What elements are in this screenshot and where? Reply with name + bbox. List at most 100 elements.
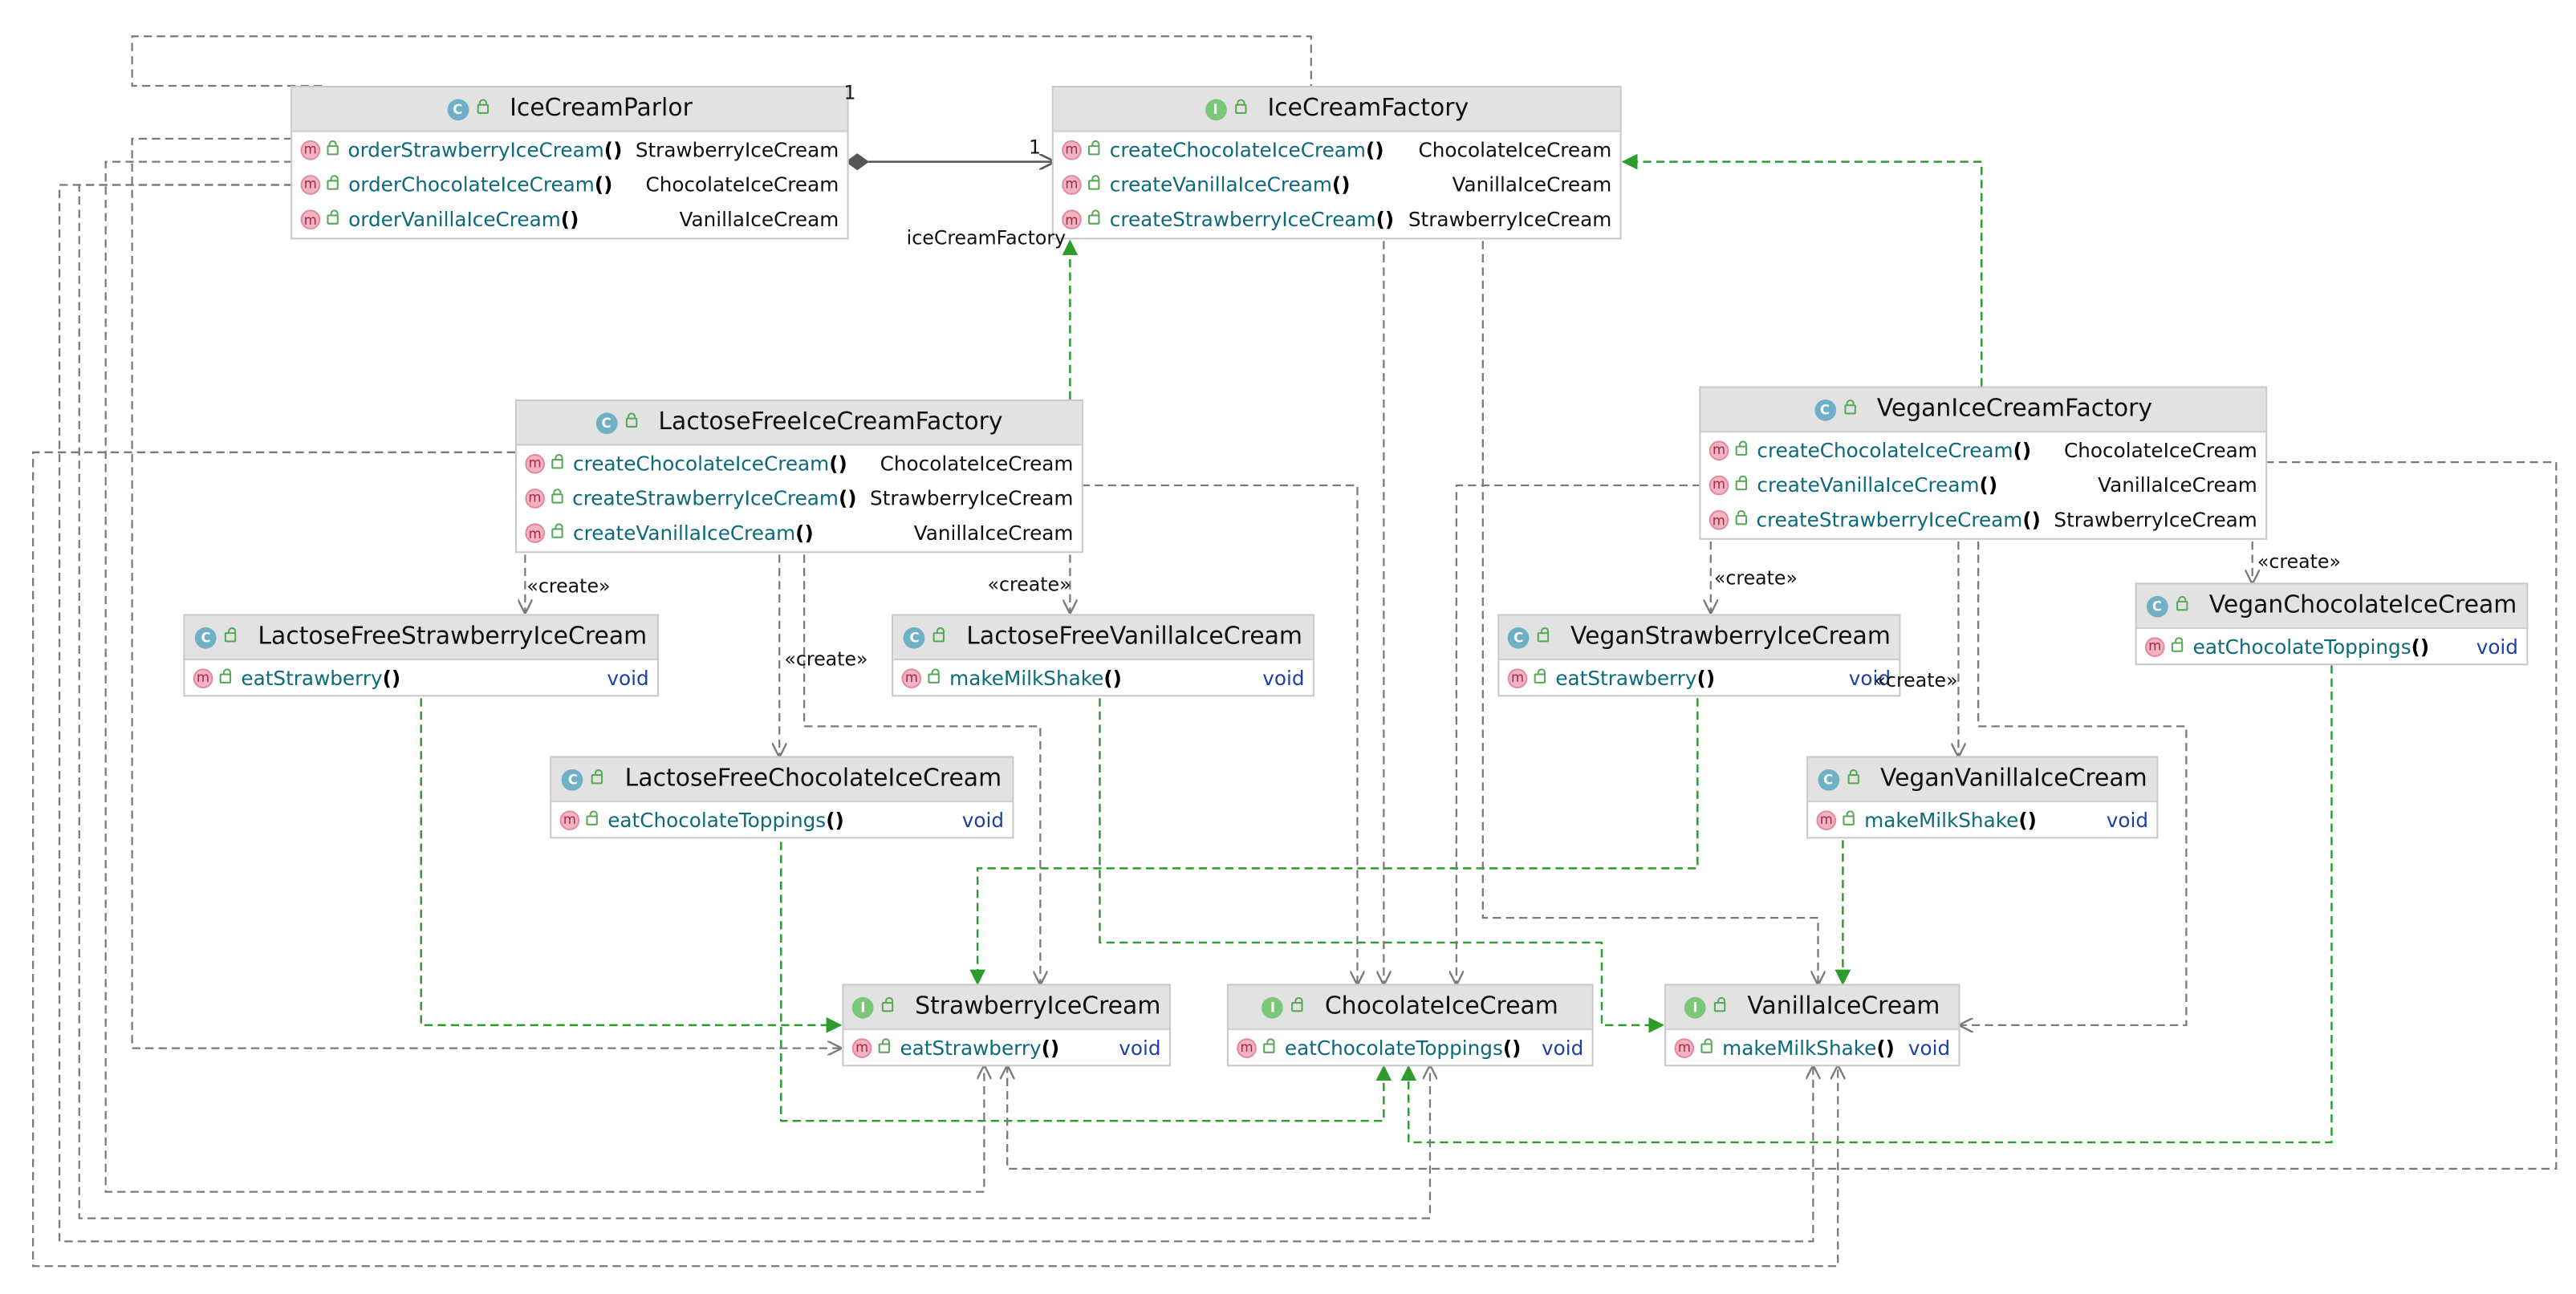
method-row[interactable]: m makeMilkShake() void xyxy=(1666,1030,1958,1065)
class-badge-icon: C xyxy=(1817,768,1839,790)
method-return-type: ChocolateIceCream xyxy=(880,452,1074,475)
create-label-vegan-vanilla: «create» xyxy=(1874,668,1958,692)
method-return-type: void xyxy=(1119,1036,1161,1060)
public-lock-icon xyxy=(1700,1037,1713,1053)
public-lock-icon xyxy=(1735,510,1747,525)
interface-icecreamfactory[interactable]: I IceCreamFactory m createChocolateIceCream… xyxy=(1051,86,1622,240)
class-name: VeganVanillaIceCream xyxy=(1879,765,2147,793)
method-row[interactable]: m createVanillaIceCream() VanillaIceCream xyxy=(517,516,1082,551)
realization-lf-chocolate xyxy=(780,842,1392,1122)
class-veganstrawberryicecream[interactable]: C VeganStrawberryIceCream m eatStrawberry()… xyxy=(1497,614,1901,697)
method-icon: m xyxy=(1674,1037,1695,1058)
public-lock-icon xyxy=(1847,769,1859,785)
interface-strawberryicecream[interactable]: I StrawberryIceCream m eatStrawberry() void xyxy=(842,984,1171,1067)
public-lock-icon xyxy=(551,488,563,504)
method-return-type: StrawberryIceCream xyxy=(2054,509,2257,533)
method-name: createChocolateIceCream() xyxy=(573,452,847,475)
method-icon: m xyxy=(1062,174,1082,195)
method-row[interactable]: m createVanillaIceCream() VanillaIceCream xyxy=(1700,468,2265,503)
method-row[interactable]: m eatChocolateToppings() void xyxy=(2137,629,2527,664)
public-lock-icon xyxy=(551,523,563,539)
interface-badge-icon: I xyxy=(1262,996,1284,1018)
public-lock-icon xyxy=(1735,440,1748,456)
method-row[interactable]: m createChocolateIceCream() ChocolateIceCr… xyxy=(1700,432,2265,468)
class-header[interactable]: C LactoseFreeStrawberryIceCream xyxy=(185,615,657,661)
class-header[interactable]: I StrawberryIceCream xyxy=(843,985,1169,1031)
method-row[interactable]: m makeMilkShake() void xyxy=(1808,802,2156,838)
class-icecreamparlor[interactable]: C IceCreamParlor m orderStrawberryIceCream(… xyxy=(291,86,849,240)
method-name: createVanillaIceCream() xyxy=(1757,473,1998,497)
method-name: createChocolateIceCream() xyxy=(1109,138,1384,161)
public-lock-icon xyxy=(219,667,232,684)
method-row[interactable]: m createStrawberryIceCream() StrawberryIce… xyxy=(517,481,1082,516)
class-badge-icon: C xyxy=(2146,594,2168,617)
class-header[interactable]: C VeganChocolateIceCream xyxy=(2136,584,2527,629)
method-return-type: void xyxy=(2476,635,2518,659)
method-row[interactable]: m orderChocolateIceCream() ChocolateIceCre… xyxy=(292,167,847,202)
method-row[interactable]: m createChocolateIceCream() ChocolateIceCr… xyxy=(517,446,1082,481)
public-lock-icon xyxy=(625,412,637,428)
method-name: createVanillaIceCream() xyxy=(1109,172,1351,197)
method-row[interactable]: m createChocolateIceCream() ChocolateIceCr… xyxy=(1054,132,1620,168)
method-icon: m xyxy=(1062,140,1082,160)
class-name: IceCreamFactory xyxy=(1267,95,1469,123)
class-name: ChocolateIceCream xyxy=(1324,993,1558,1020)
public-lock-icon xyxy=(928,667,940,684)
method-return-type: void xyxy=(2106,808,2149,832)
method-row[interactable]: m eatStrawberry() void xyxy=(843,1030,1168,1065)
method-icon: m xyxy=(300,140,320,160)
method-icon: m xyxy=(1507,667,1528,688)
method-row[interactable]: m createVanillaIceCream() VanillaIceCream xyxy=(1054,167,1620,202)
class-lactosefreevanillaicecream[interactable]: C LactoseFreeVanillaIceCream m makeMilkShak… xyxy=(892,614,1314,697)
realization-vegan-strawberry xyxy=(969,698,1699,986)
method-row[interactable]: m orderStrawberryIceCream() StrawberryIceC… xyxy=(292,132,847,168)
method-name: createStrawberryIceCream() xyxy=(1109,208,1395,232)
method-row[interactable]: m createStrawberryIceCream() StrawberryIce… xyxy=(1700,503,2265,538)
interface-badge-icon: I xyxy=(851,996,874,1018)
class-header[interactable]: I VanillaIceCream xyxy=(1666,985,1959,1031)
public-lock-icon xyxy=(1234,99,1246,114)
method-row[interactable]: m makeMilkShake() void xyxy=(893,660,1313,696)
multiplicity-parlor-label: 1 xyxy=(843,80,856,104)
method-row[interactable]: m eatChocolateToppings() void xyxy=(1229,1030,1592,1065)
public-lock-icon xyxy=(1088,174,1100,190)
create-label-lf-vanilla: «create» xyxy=(987,573,1071,596)
public-lock-icon xyxy=(2171,636,2184,652)
method-icon: m xyxy=(525,523,546,544)
interface-badge-icon: I xyxy=(1684,996,1706,1018)
class-header[interactable]: I IceCreamFactory xyxy=(1053,87,1620,132)
public-lock-icon xyxy=(551,453,563,469)
public-lock-icon xyxy=(327,209,339,225)
method-row[interactable]: m eatStrawberry() void xyxy=(185,660,657,696)
class-veganvanillaicecream[interactable]: C VeganVanillaIceCream m makeMilkShake() voi… xyxy=(1806,756,2159,839)
class-lactosefreeicecreamfactory[interactable]: C LactoseFreeIceCreamFactory m createChocol… xyxy=(515,399,1083,554)
method-row[interactable]: m eatChocolateToppings() void xyxy=(551,802,1012,838)
class-header[interactable]: C LactoseFreeIceCreamFactory xyxy=(517,401,1082,446)
method-row[interactable]: m eatStrawberry() void xyxy=(1499,660,1899,696)
class-header[interactable]: C LactoseFreeChocolateIceCream xyxy=(551,757,1013,803)
public-lock-icon xyxy=(1291,996,1304,1012)
method-icon: m xyxy=(193,667,213,688)
method-return-type: ChocolateIceCream xyxy=(645,172,839,197)
class-header[interactable]: C IceCreamParlor xyxy=(292,87,847,132)
class-header[interactable]: C LactoseFreeVanillaIceCream xyxy=(893,615,1313,661)
method-return-type: ChocolateIceCream xyxy=(2064,438,2257,462)
class-lactosefreestrawberryicecream[interactable]: C LactoseFreeStrawberryIceCream m eatStrawb… xyxy=(183,614,660,697)
interface-chocolateicecream[interactable]: I ChocolateIceCream m eatChocolateToppings(… xyxy=(1226,984,1594,1067)
class-header[interactable]: C VeganStrawberryIceCream xyxy=(1499,615,1899,661)
class-lactosefreechocolateicecream[interactable]: C LactoseFreeChocolateIceCream m eatChocola… xyxy=(550,756,1014,839)
class-veganchocolateicecream[interactable]: C VeganChocolateIceCream m eatChocolateTopp… xyxy=(2135,582,2529,666)
class-header[interactable]: C VeganVanillaIceCream xyxy=(1808,757,2157,803)
method-name: makeMilkShake() xyxy=(949,666,1122,690)
class-header[interactable]: I ChocolateIceCream xyxy=(1228,985,1592,1031)
method-row[interactable]: m orderVanillaIceCream() VanillaIceCream xyxy=(292,202,847,237)
method-row[interactable]: m createStrawberryIceCream() StrawberryIce… xyxy=(1054,202,1620,237)
interface-vanillaicecream[interactable]: I VanillaIceCream m makeMilkShake() void xyxy=(1664,984,1960,1067)
class-header[interactable]: C VeganIceCreamFactory xyxy=(1700,387,2266,433)
method-return-type: void xyxy=(1542,1036,1584,1060)
public-lock-icon xyxy=(1735,475,1748,491)
class-veganicecreamfactory[interactable]: C VeganIceCreamFactory m createChocolateIce… xyxy=(1699,386,2268,540)
method-name: createVanillaIceCream() xyxy=(573,521,814,546)
method-return-type: StrawberryIceCream xyxy=(635,138,839,161)
dep-vegan-chocolate xyxy=(1457,484,1701,984)
